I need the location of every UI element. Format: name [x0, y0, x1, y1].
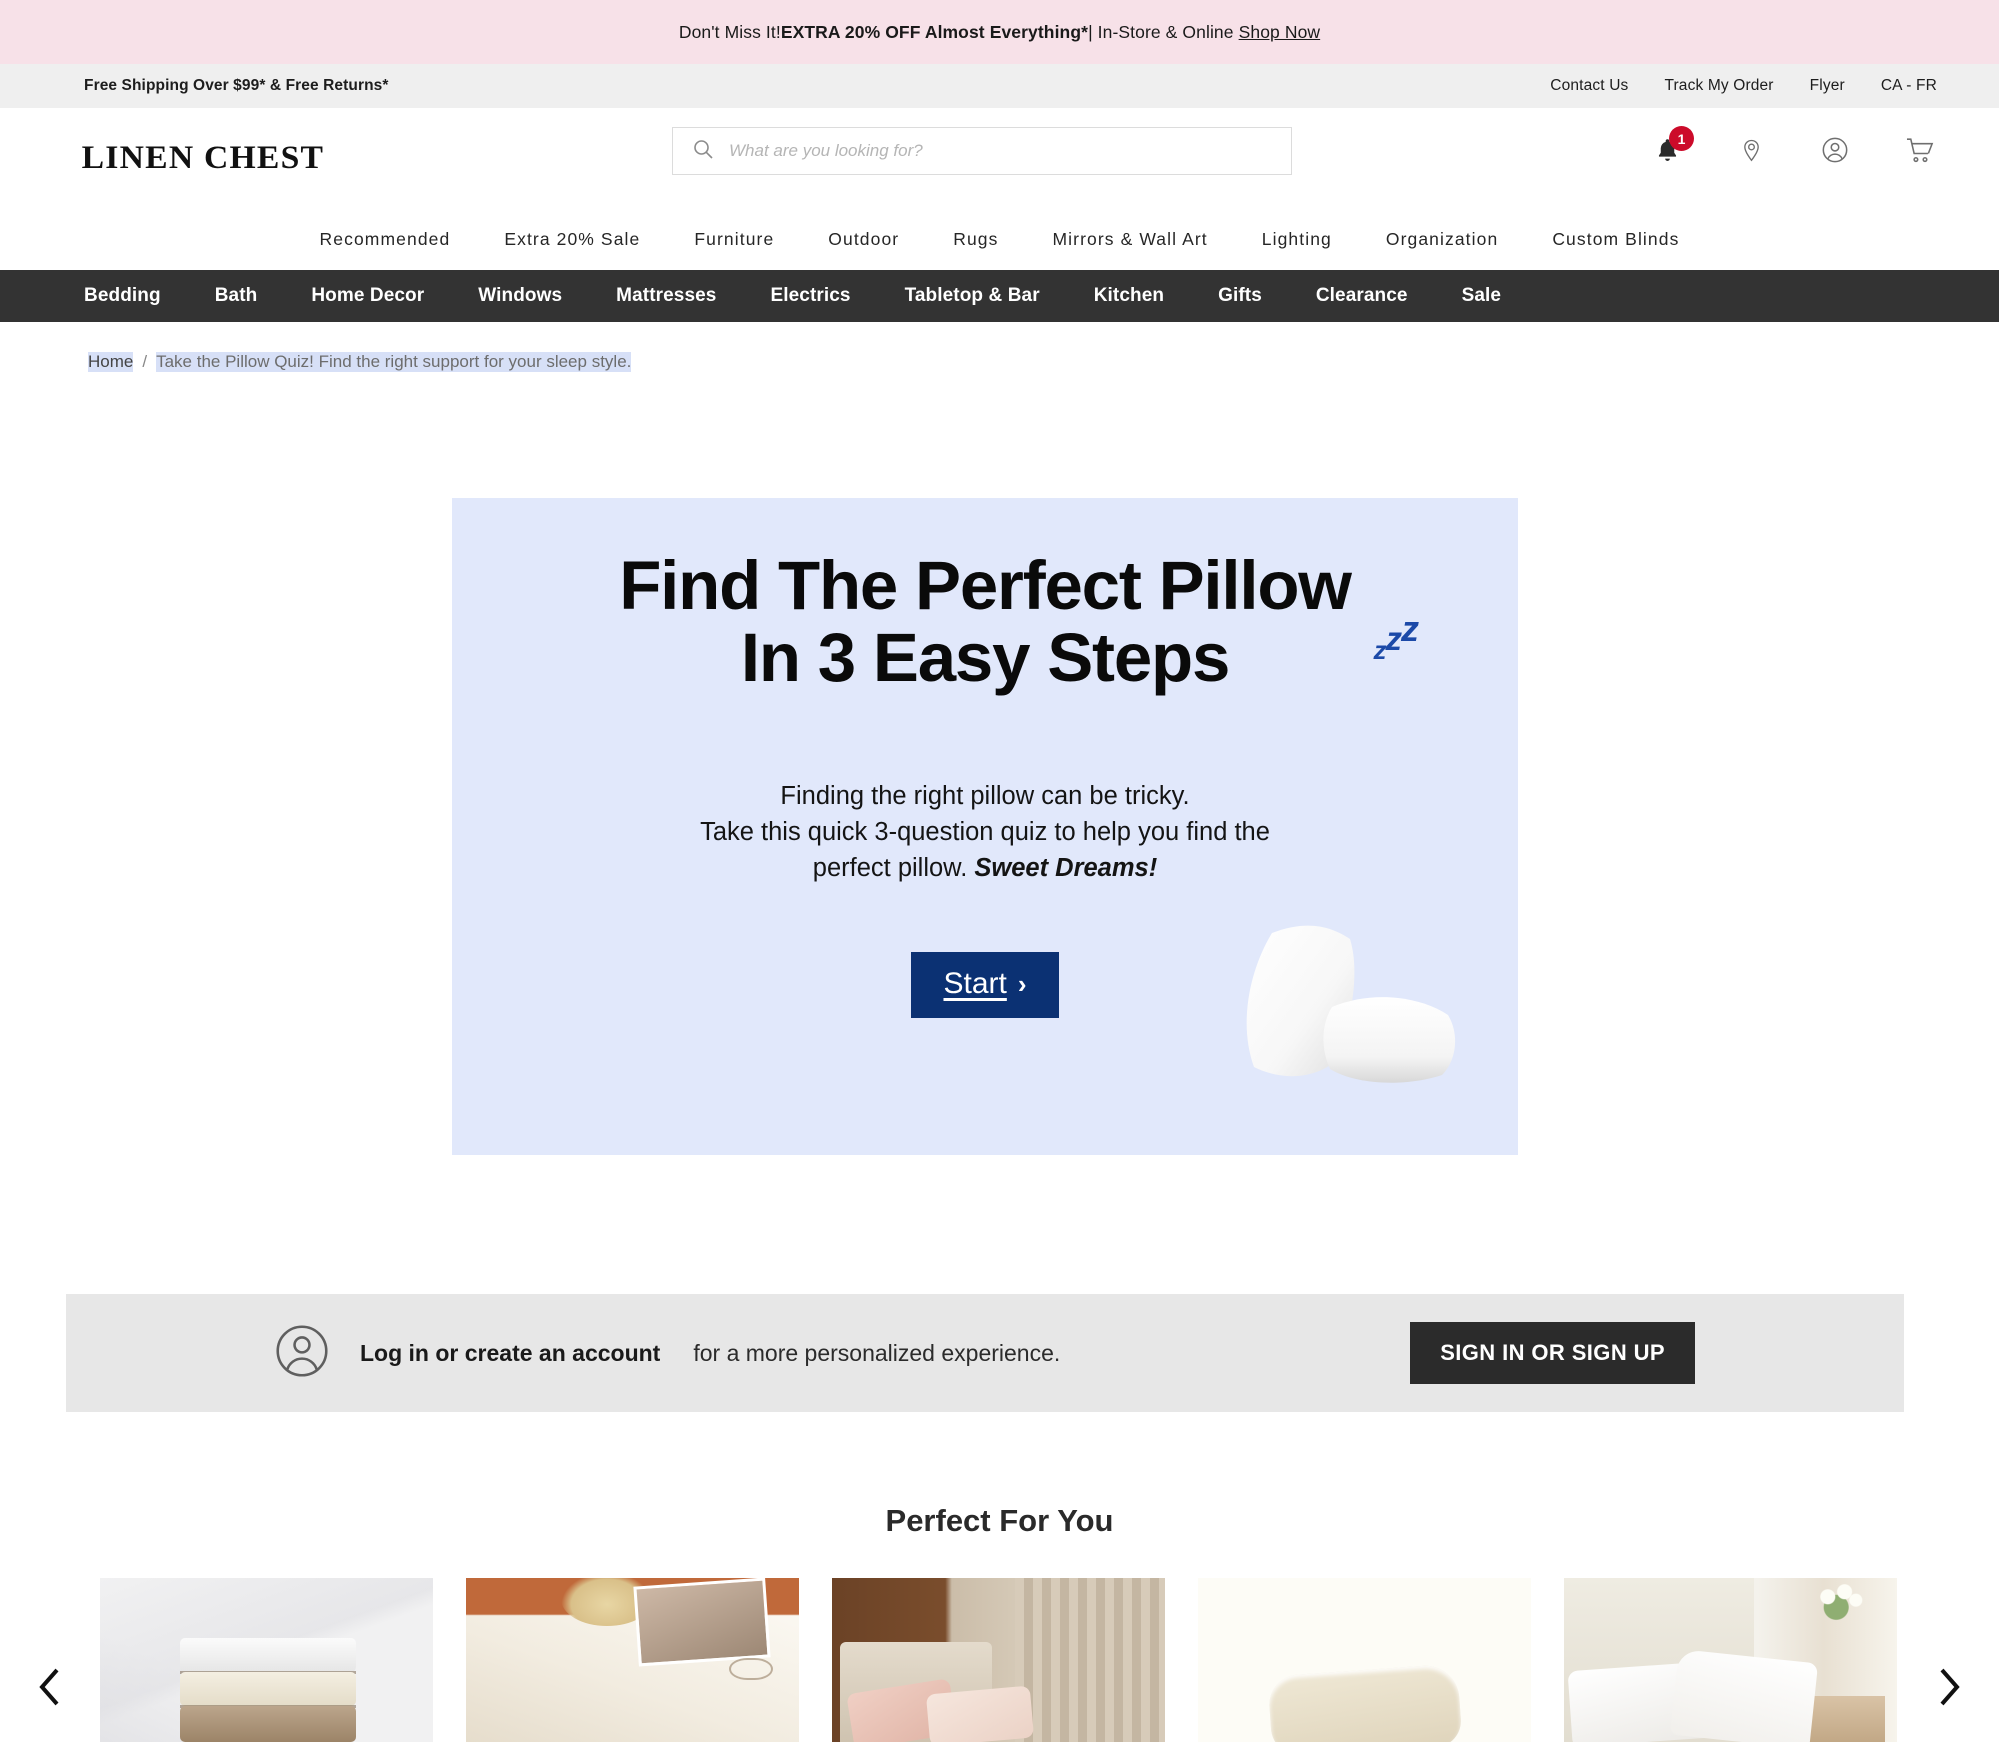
towel-taupe	[180, 1706, 356, 1742]
sign-in-or-sign-up-button[interactable]: SIGN IN OR SIGN UP	[1410, 1322, 1695, 1384]
nav-furniture[interactable]: Furniture	[667, 229, 801, 250]
carousel-card-folded-towels[interactable]	[100, 1578, 433, 1742]
eyeglasses	[729, 1658, 773, 1680]
towel-cream	[180, 1672, 356, 1706]
site-logo[interactable]: LINEN CHEST	[82, 140, 325, 177]
zzz-char-1: z	[1373, 635, 1387, 665]
utility-links: Contact Us Track My Order Flyer CA - FR	[1550, 77, 1937, 95]
nav-recommended[interactable]: Recommended	[293, 229, 478, 250]
flyer-link[interactable]: Flyer	[1810, 77, 1845, 95]
store-locator-button[interactable]	[1733, 128, 1769, 172]
utility-bar: Free Shipping Over $99* & Free Returns* …	[0, 64, 1999, 108]
notifications-button[interactable]: 1	[1649, 126, 1694, 172]
hero-sub-line-1: Finding the right pillow can be tricky.	[780, 781, 1190, 810]
track-my-order-link[interactable]: Track My Order	[1664, 77, 1773, 95]
start-quiz-button[interactable]: Start ›	[911, 952, 1059, 1019]
sleep-zzz-icon: zzz	[1373, 610, 1420, 665]
nav-sale[interactable]: Sale	[1435, 285, 1529, 307]
towel-white	[180, 1638, 356, 1672]
white-pillows-image	[1564, 1578, 1897, 1742]
nav-clearance[interactable]: Clearance	[1289, 285, 1435, 307]
mattress-protector-image	[1198, 1578, 1531, 1742]
cart-button[interactable]	[1901, 128, 1937, 172]
blush-pillow-2	[925, 1685, 1035, 1742]
search-input[interactable]	[729, 141, 1291, 161]
protector-pad	[1266, 1663, 1463, 1742]
nav-gifts[interactable]: Gifts	[1191, 285, 1289, 307]
hero-sub-line-3: perfect pillow. Sweet Dreams!	[452, 850, 1518, 886]
carousel-card-white-pillows[interactable]	[1564, 1578, 1897, 1742]
account-button[interactable]	[1817, 128, 1853, 172]
nav-extra-20-sale[interactable]: Extra 20% Sale	[477, 229, 667, 250]
nav-mattresses[interactable]: Mattresses	[589, 285, 743, 307]
hero-sub-line-3-text: perfect pillow.	[812, 853, 975, 882]
nav-bedding[interactable]: Bedding	[84, 285, 188, 307]
nav-outdoor[interactable]: Outdoor	[801, 229, 926, 250]
carousel-next-button[interactable]	[1899, 1578, 1999, 1742]
header-icon-group: 1	[1649, 126, 1937, 172]
nav-rugs[interactable]: Rugs	[926, 229, 1025, 250]
hero-sub-line-2: Take this quick 3-question quiz to help …	[700, 817, 1270, 846]
nav-custom-blinds[interactable]: Custom Blinds	[1525, 229, 1706, 250]
sign-in-headline: Log in or create an account	[360, 1339, 661, 1366]
sweet-dreams-text: Sweet Dreams!	[974, 853, 1158, 882]
promo-tail-text: | In-Store & Online	[1088, 21, 1234, 42]
hero-description: Finding the right pillow can be tricky. …	[452, 778, 1518, 887]
towel-stack	[180, 1638, 356, 1742]
nav-tabletop-bar[interactable]: Tabletop & Bar	[878, 285, 1067, 307]
carousel-card-protector[interactable]	[1198, 1578, 1531, 1742]
nav-lighting[interactable]: Lighting	[1235, 229, 1359, 250]
promo-offer-text: EXTRA 20% OFF Almost Everything*	[780, 21, 1089, 42]
contact-us-link[interactable]: Contact Us	[1550, 77, 1628, 95]
carousel-card-bedding[interactable]	[466, 1578, 799, 1742]
recommendations-title: Perfect For You	[885, 1503, 1114, 1538]
breadcrumb: Home / Take the Pillow Quiz! Find the ri…	[0, 322, 1999, 372]
tulips-in-vase	[1811, 1580, 1867, 1622]
breadcrumb-home-link[interactable]: Home	[88, 352, 134, 372]
hero-title: Find The Perfect Pillow In 3 Easy Steps …	[452, 550, 1518, 694]
curtains	[1015, 1578, 1165, 1742]
zzz-char-3: z	[1401, 608, 1419, 649]
avatar-icon	[274, 1323, 330, 1384]
notification-badge: 1	[1669, 126, 1694, 151]
site-header: LINEN CHEST 1	[0, 108, 1999, 208]
nav-mirrors-wall-art[interactable]: Mirrors & Wall Art	[1026, 229, 1235, 250]
nav-home-decor[interactable]: Home Decor	[284, 285, 451, 307]
nav-kitchen[interactable]: Kitchen	[1067, 285, 1191, 307]
folded-towels-image	[100, 1578, 433, 1742]
sign-in-banner: Log in or create an account for a more p…	[66, 1294, 1904, 1412]
zzz-char-2: z	[1385, 620, 1402, 657]
primary-nav: Recommended Extra 20% Sale Furniture Out…	[0, 208, 1999, 270]
search-icon	[691, 137, 715, 166]
carousel-prev-button[interactable]	[0, 1578, 100, 1742]
shop-now-link[interactable]: Shop Now	[1239, 22, 1321, 43]
carousel-card-headboard[interactable]	[832, 1578, 1165, 1742]
language-region-link[interactable]: CA - FR	[1881, 77, 1937, 95]
category-nav: Bedding Bath Home Decor Windows Mattress…	[0, 270, 1999, 322]
promo-lead-text: Don't Miss It!	[678, 21, 781, 42]
chevron-right-icon: ›	[1017, 968, 1027, 999]
pillow-quiz-hero: Find The Perfect Pillow In 3 Easy Steps …	[452, 498, 1518, 1155]
nav-organization[interactable]: Organization	[1359, 229, 1525, 250]
nav-electrics[interactable]: Electrics	[743, 285, 877, 307]
hero-title-line-2: In 3 Easy Steps	[740, 618, 1230, 696]
nav-bath[interactable]: Bath	[188, 285, 285, 307]
hero-title-line-1: Find The Perfect Pillow	[619, 547, 1352, 624]
breadcrumb-current-page: Take the Pillow Quiz! Find the right sup…	[156, 352, 632, 372]
start-button-label: Start	[943, 967, 1007, 1001]
promo-banner: Don't Miss It! EXTRA 20% OFF Almost Ever…	[0, 0, 1999, 64]
sign-in-subtext: for a more personalized experience.	[693, 1339, 1061, 1366]
bedding-with-book-image	[466, 1578, 799, 1742]
open-book	[633, 1578, 771, 1667]
pillows-illustration	[1246, 925, 1456, 1083]
bedroom-headboard-image	[832, 1578, 1165, 1742]
breadcrumb-separator: /	[142, 352, 148, 371]
free-shipping-text: Free Shipping Over $99* & Free Returns*	[84, 77, 389, 94]
search-bar[interactable]	[672, 127, 1292, 175]
white-pillow-2	[1669, 1648, 1819, 1742]
nav-windows[interactable]: Windows	[451, 285, 589, 307]
carousel-track	[100, 1578, 1897, 1742]
recommendations-carousel	[0, 1578, 1999, 1742]
